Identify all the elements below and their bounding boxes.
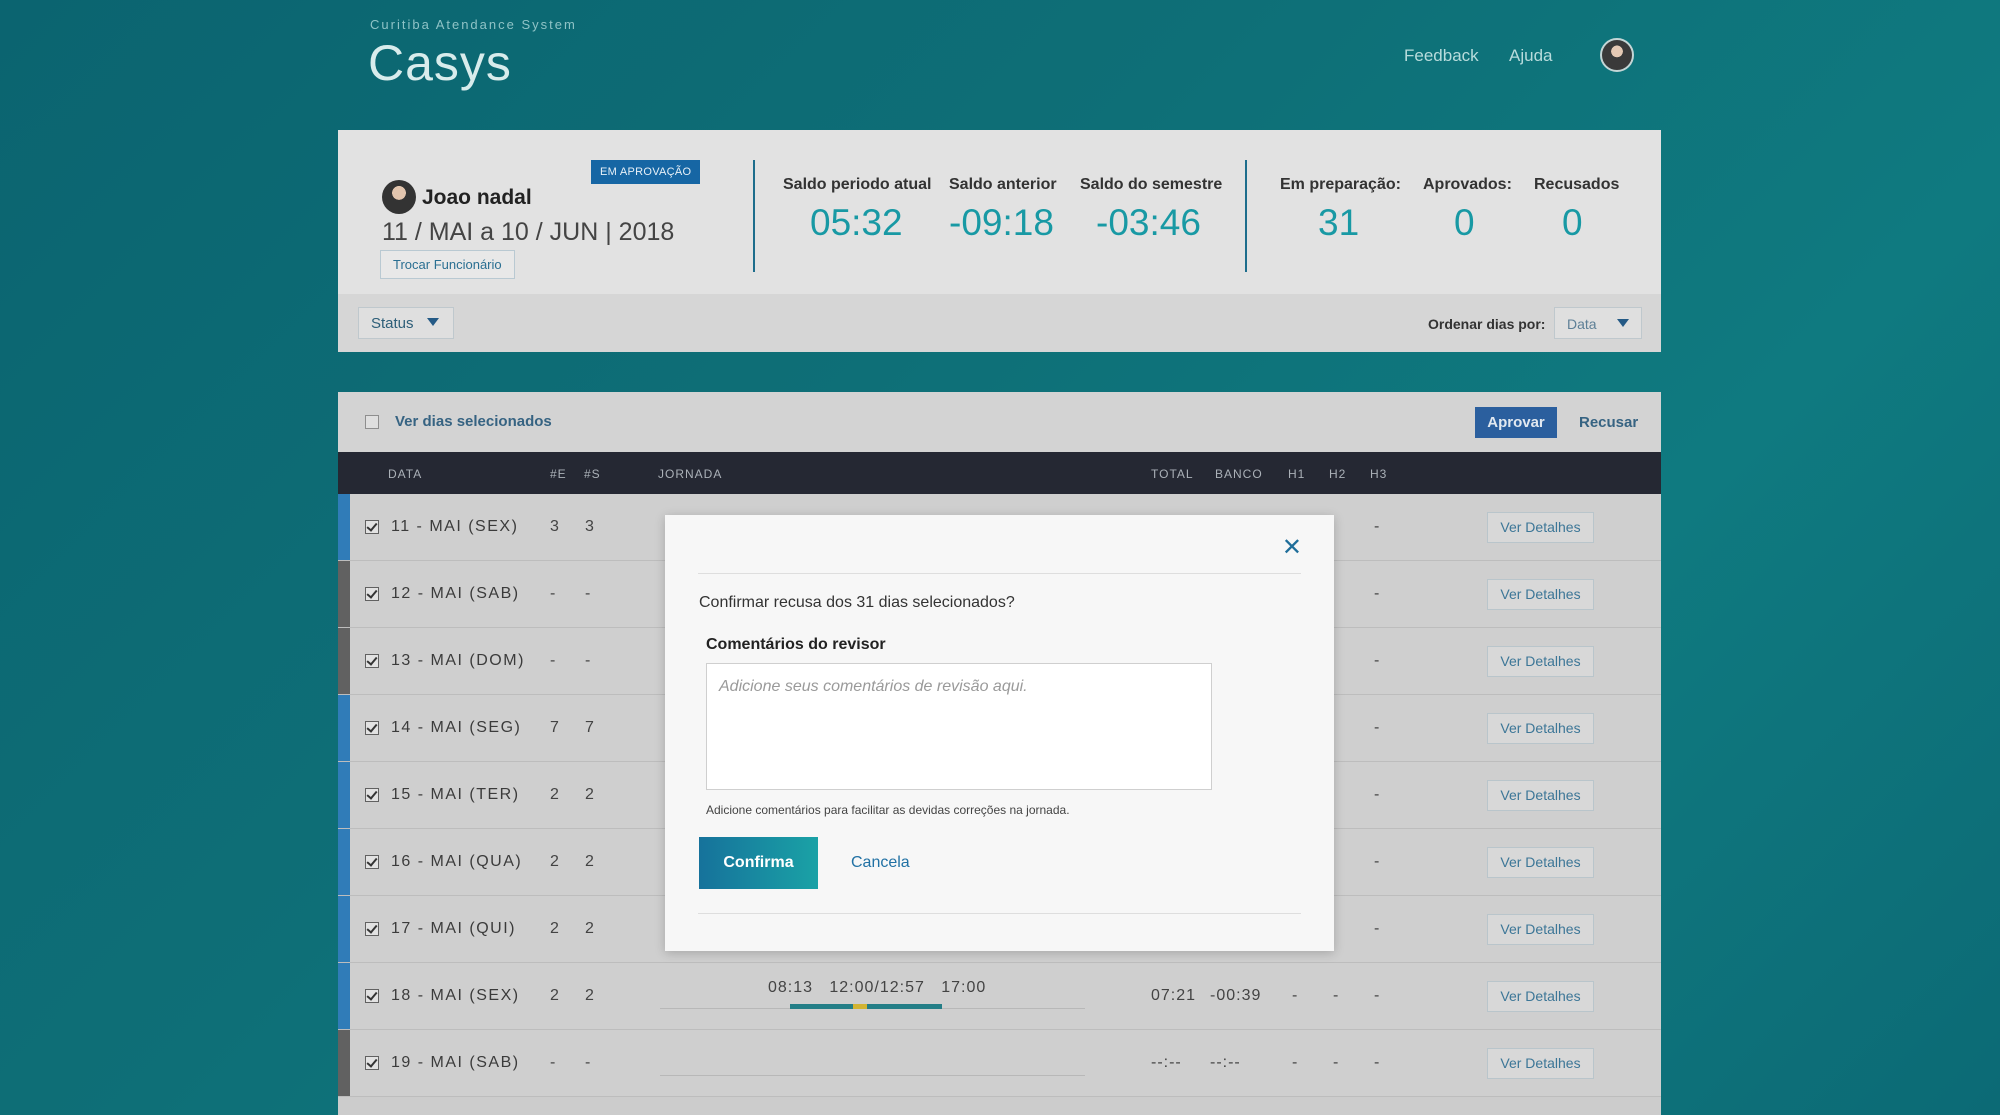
stat-label-current-balance: Saldo periodo atual (783, 176, 932, 193)
divider (1245, 160, 1247, 272)
stat-value-approved: 0 (1454, 202, 1475, 243)
reviewer-comments-input[interactable] (706, 663, 1212, 790)
stat-label-in-preparation: Em preparação: (1280, 176, 1401, 193)
divider (698, 913, 1301, 914)
app-title: Casys (368, 35, 512, 91)
stat-label-rejected: Recusados (1534, 176, 1620, 193)
summary-header: Joao nadal 11 / MAI a 10 / JUN | 2018 Tr… (338, 130, 1661, 294)
period-range: 11 / MAI a 10 / JUN | 2018 (382, 218, 675, 246)
status-filter-dropdown[interactable]: Status (358, 307, 454, 339)
help-link[interactable]: Ajuda (1509, 46, 1552, 66)
order-by-label: Ordenar dias por: (1428, 316, 1546, 332)
stat-label-approved: Aprovados: (1423, 176, 1512, 193)
stat-value-rejected: 0 (1562, 202, 1583, 243)
reviewer-comments-label: Comentários do revisor (706, 636, 886, 653)
order-by-dropdown[interactable]: Data (1554, 307, 1642, 339)
chevron-down-icon (427, 318, 439, 326)
confirm-button[interactable]: Confirma (699, 837, 818, 889)
change-employee-button[interactable]: Trocar Funcionário (380, 250, 515, 279)
summary-card: Joao nadal 11 / MAI a 10 / JUN | 2018 Tr… (338, 130, 1661, 352)
stat-value-semester-balance: -03:46 (1096, 202, 1201, 243)
chevron-down-icon (1617, 319, 1629, 327)
cancel-button[interactable]: Cancela (851, 854, 910, 872)
close-icon[interactable]: ✕ (1282, 533, 1302, 562)
order-by-value: Data (1567, 316, 1597, 332)
reject-confirm-dialog: ✕ Confirmar recusa dos 31 dias seleciona… (665, 515, 1334, 951)
user-avatar[interactable] (1600, 38, 1634, 72)
stat-label-previous-balance: Saldo anterior (949, 176, 1057, 193)
feedback-link[interactable]: Feedback (1404, 46, 1479, 66)
comments-hint: Adicione comentários para facilitar as d… (706, 803, 1070, 817)
stat-value-in-preparation: 31 (1318, 202, 1360, 243)
status-badge: EM APROVAÇÃO (591, 160, 701, 184)
divider (698, 573, 1301, 574)
status-filter-label: Status (371, 315, 414, 332)
employee-avatar (382, 180, 416, 214)
employee-name: Joao nadal (422, 186, 532, 209)
dialog-question: Confirmar recusa dos 31 dias selecionado… (699, 594, 1015, 611)
app-subtitle: Curitiba Atendance System (370, 17, 577, 32)
stat-label-semester-balance: Saldo do semestre (1080, 176, 1223, 193)
stat-value-previous-balance: -09:18 (949, 202, 1054, 243)
divider (753, 160, 755, 272)
stat-value-current-balance: 05:32 (810, 202, 903, 243)
